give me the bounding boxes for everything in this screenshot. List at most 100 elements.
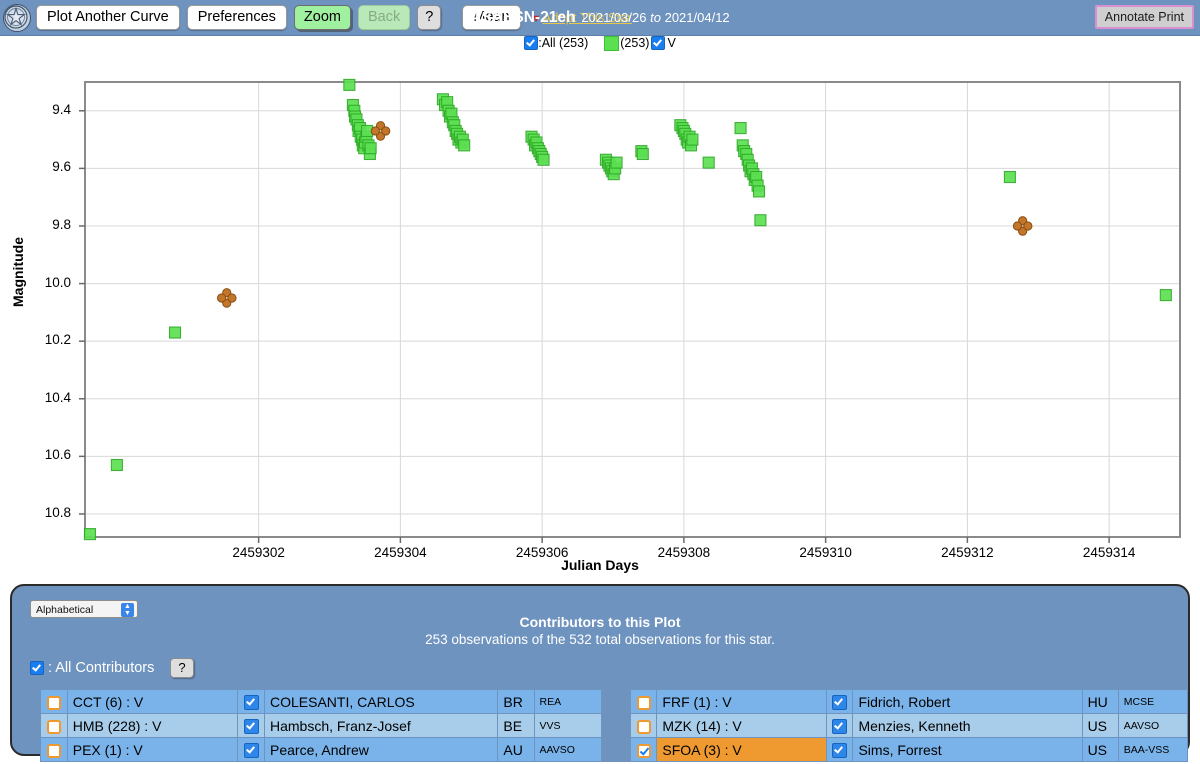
observer-name: Sims, Forrest: [853, 738, 1082, 762]
y-axis-tick: 9.8: [11, 217, 71, 232]
highlight-observer-checkbox[interactable]: [47, 720, 61, 734]
observer-code[interactable]: FRF (1) : V: [657, 690, 826, 714]
contributors-table: CCT (6) : V COLESANTI, CARLOSBRREA FRF (1)…: [40, 689, 1188, 762]
include-checkbox-cell[interactable]: [238, 714, 265, 738]
highlight-checkbox-cell[interactable]: [630, 690, 657, 714]
observer-code[interactable]: PEX (1) : V: [67, 738, 237, 762]
legend-v-count: (253): [620, 36, 649, 50]
observer-country: US: [1082, 714, 1118, 738]
chart-canvas[interactable]: [0, 52, 1200, 552]
highlight-checkbox-cell[interactable]: [630, 714, 657, 738]
include-checkbox-cell[interactable]: [238, 690, 265, 714]
x-axis-tick: 2459314: [1054, 545, 1164, 560]
contributors-title: Contributors to this Plot: [12, 614, 1188, 630]
y-axis-tick: 10.4: [11, 390, 71, 405]
include-observer-checkbox[interactable]: [244, 695, 259, 710]
y-axis-tick: 9.4: [11, 102, 71, 117]
observer-organization: AAVSO: [534, 738, 602, 762]
legend-all-group[interactable]: :All (253): [524, 36, 588, 50]
column-separator: [602, 690, 630, 714]
include-checkbox-cell[interactable]: [826, 690, 853, 714]
x-axis-tick: 2459302: [204, 545, 314, 560]
highlight-checkbox-cell[interactable]: [41, 714, 68, 738]
observer-name: Menzies, Kenneth: [853, 714, 1082, 738]
observer-name: COLESANTI, CARLOS: [265, 690, 498, 714]
y-axis-tick: 10.8: [11, 505, 71, 520]
v-band-checkbox[interactable]: [651, 36, 665, 50]
include-checkbox-cell[interactable]: [826, 738, 853, 762]
annotate-print-button[interactable]: Annotate Print: [1095, 5, 1194, 29]
table-row[interactable]: HMB (228) : V Hambsch, Franz-JosefBEVVS MZ…: [41, 714, 1188, 738]
aavso-star-logo-icon[interactable]: [3, 4, 31, 32]
include-observer-checkbox[interactable]: [832, 719, 847, 734]
include-checkbox-cell[interactable]: [238, 738, 265, 762]
highlight-observer-checkbox[interactable]: [47, 744, 61, 758]
column-separator: [602, 738, 630, 762]
x-axis-tick: 2459308: [629, 545, 739, 560]
date-to-word: to: [650, 10, 661, 25]
light-curve-plot[interactable]: Magnitude Julian Days 9.49.69.810.010.21…: [0, 52, 1200, 577]
mean-button[interactable]: Mean: [462, 5, 520, 30]
x-axis-tick: 2459312: [912, 545, 1022, 560]
observer-code[interactable]: HMB (228) : V: [67, 714, 237, 738]
adopt-this-star-label: Adopt This Star: [542, 10, 631, 25]
include-observer-checkbox[interactable]: [244, 719, 259, 734]
highlight-observer-checkbox[interactable]: [637, 696, 651, 710]
observer-code[interactable]: SFOA (3) : V: [657, 738, 826, 762]
all-contributors-row: : All Contributors ?: [30, 658, 194, 678]
all-series-checkbox[interactable]: [524, 36, 538, 50]
include-observer-checkbox[interactable]: [832, 743, 847, 758]
y-axis-tick: 10.6: [11, 447, 71, 462]
all-contributors-label: : All Contributors: [48, 660, 154, 676]
plot-another-curve-button[interactable]: Plot Another Curve: [36, 5, 180, 30]
observer-country: BR: [498, 690, 534, 714]
plot-legend: :All (253) (253) V: [0, 34, 1200, 52]
legend-v-label: V: [667, 36, 675, 50]
column-separator: [602, 714, 630, 738]
date-to: 2021/04/12: [665, 10, 730, 25]
highlight-observer-checkbox[interactable]: [637, 720, 651, 734]
observer-name: Hambsch, Franz-Josef: [265, 714, 498, 738]
contributors-panel: Alphabetical ▲▼ Contributors to this Plo…: [10, 584, 1190, 756]
observer-code[interactable]: MZK (14) : V: [657, 714, 826, 738]
y-axis-tick: 9.6: [11, 159, 71, 174]
observer-country: BE: [498, 714, 534, 738]
observer-organization: BAA-VSS: [1118, 738, 1187, 762]
back-button[interactable]: Back: [358, 5, 410, 30]
observer-organization: REA: [534, 690, 602, 714]
include-observer-checkbox[interactable]: [832, 695, 847, 710]
observer-country: HU: [1082, 690, 1118, 714]
preferences-button[interactable]: Preferences: [187, 5, 287, 30]
y-axis-tick: 10.0: [11, 275, 71, 290]
include-checkbox-cell[interactable]: [826, 714, 853, 738]
v-band-color-swatch: [604, 36, 619, 51]
observer-organization: MCSE: [1118, 690, 1187, 714]
highlight-checkbox-cell[interactable]: [630, 738, 657, 762]
observer-organization: AAVSO: [1118, 714, 1187, 738]
highlight-observer-checkbox[interactable]: [47, 696, 61, 710]
contributors-help-button[interactable]: ?: [170, 658, 193, 678]
x-axis-tick: 2459310: [771, 545, 881, 560]
legend-all-label: :All (253): [538, 36, 588, 50]
help-button[interactable]: ?: [417, 5, 441, 30]
legend-v-band-group[interactable]: (253) V: [604, 36, 676, 51]
x-axis-tick: 2459304: [345, 545, 455, 560]
all-contributors-checkbox[interactable]: [30, 661, 44, 675]
observer-country: US: [1082, 738, 1118, 762]
highlight-observer-checkbox[interactable]: [637, 744, 651, 758]
observer-code[interactable]: CCT (6) : V: [67, 690, 237, 714]
highlight-checkbox-cell[interactable]: [41, 738, 68, 762]
observer-name: Pearce, Andrew: [265, 738, 498, 762]
y-axis-label: Magnitude: [10, 237, 26, 307]
y-axis-tick: 10.2: [11, 332, 71, 347]
zoom-button[interactable]: Zoom: [294, 5, 351, 30]
observer-name: Fidrich, Robert: [853, 690, 1082, 714]
adopt-this-star-link[interactable]: ▼Adopt This Star: [531, 10, 632, 25]
observer-organization: VVS: [534, 714, 602, 738]
contributors-subtitle: 253 observations of the 532 total observ…: [12, 632, 1188, 647]
include-observer-checkbox[interactable]: [244, 743, 259, 758]
table-row[interactable]: CCT (6) : V COLESANTI, CARLOSBRREA FRF (1)…: [41, 690, 1188, 714]
toolbar: Plot Another Curve Preferences Zoom Back…: [0, 0, 1200, 36]
highlight-checkbox-cell[interactable]: [41, 690, 68, 714]
table-row[interactable]: PEX (1) : VPearce, AndrewAUAAVSOSFOA (3)…: [41, 738, 1188, 762]
